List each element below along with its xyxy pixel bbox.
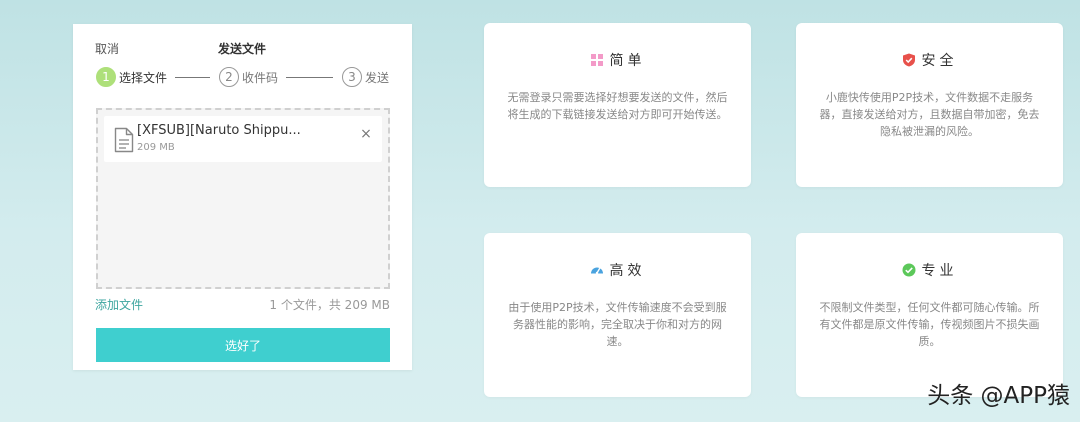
feature-heading: 简单 — [484, 50, 751, 70]
step-indicator: 1 选择文件 2 收件码 3 发送 — [96, 67, 396, 89]
speedometer-icon — [590, 267, 603, 275]
feature-card-simple: 简单 无需登录只需要选择好想要发送的文件，然后将生成的下载链接发送给对方即可开始… — [484, 23, 751, 187]
step-label: 发送 — [365, 70, 390, 85]
file-count-summary: 1 个文件，共 209 MB — [269, 298, 390, 312]
feature-heading: 专业 — [796, 260, 1063, 280]
panel-title: 发送文件 — [218, 42, 267, 56]
step-label: 选择文件 — [119, 70, 168, 85]
file-list-item: [XFSUB][Naruto Shippu... 209 MB × — [104, 116, 382, 162]
watermark: 头条 @APP猿 — [927, 383, 1070, 409]
file-drop-zone[interactable]: [XFSUB][Naruto Shippu... 209 MB × — [96, 108, 390, 289]
feature-title: 高效 — [609, 263, 646, 279]
feature-description: 无需登录只需要选择好想要发送的文件，然后将生成的下载链接发送给对方即可开始传送。 — [507, 91, 728, 121]
step-select-file: 1 选择文件 — [96, 67, 167, 87]
cancel-button[interactable]: 取消 — [95, 40, 119, 57]
step-label: 收件码 — [242, 70, 279, 85]
confirm-selection-button[interactable]: 选好了 — [96, 328, 390, 362]
step-send: 3 发送 — [342, 67, 389, 87]
feature-description: 不限制文件类型，任何文件都可随心传输。所有文件都是原文件传输，传视频图片不损失画… — [819, 301, 1040, 348]
step-connector — [175, 77, 210, 78]
feature-description: 由于使用P2P技术，文件传输速度不会受到服务器性能的影响，完全取决于你和对方的网… — [508, 301, 727, 348]
send-file-panel: 取消 发送文件 1 选择文件 2 收件码 3 发送 [XFSUB][Naruto… — [73, 24, 412, 370]
feature-title: 安全 — [921, 53, 958, 69]
shield-icon — [902, 53, 915, 67]
add-file-link[interactable]: 添加文件 — [95, 296, 143, 313]
feature-heading: 高效 — [484, 260, 751, 280]
feature-title: 简单 — [609, 53, 646, 69]
feature-card-professional: 专业 不限制文件类型，任何文件都可随心传输。所有文件都是原文件传输，传视频图片不… — [796, 233, 1063, 397]
step-receive-code: 2 收件码 — [219, 67, 278, 87]
file-name: [XFSUB][Naruto Shippu... — [137, 123, 301, 138]
document-icon — [114, 127, 134, 153]
step-connector — [286, 77, 333, 78]
feature-card-efficient: 高效 由于使用P2P技术，文件传输速度不会受到服务器性能的影响，完全取决于你和对… — [484, 233, 751, 397]
check-circle-icon — [902, 263, 915, 277]
feature-title: 专业 — [921, 263, 958, 279]
remove-file-icon[interactable]: × — [358, 126, 374, 142]
feature-description: 小鹿快传使用P2P技术，文件数据不走服务器，直接发送给对方，且数据自带加密，免去… — [819, 91, 1040, 138]
step-number: 2 — [219, 67, 239, 87]
file-size: 209 MB — [137, 142, 175, 153]
grid-icon — [590, 54, 603, 66]
feature-card-secure: 安全 小鹿快传使用P2P技术，文件数据不走服务器，直接发送给对方，且数据自带加密… — [796, 23, 1063, 187]
step-number: 3 — [342, 67, 362, 87]
feature-heading: 安全 — [796, 50, 1063, 70]
step-number: 1 — [96, 67, 116, 87]
panel-header: 取消 发送文件 — [95, 40, 390, 60]
